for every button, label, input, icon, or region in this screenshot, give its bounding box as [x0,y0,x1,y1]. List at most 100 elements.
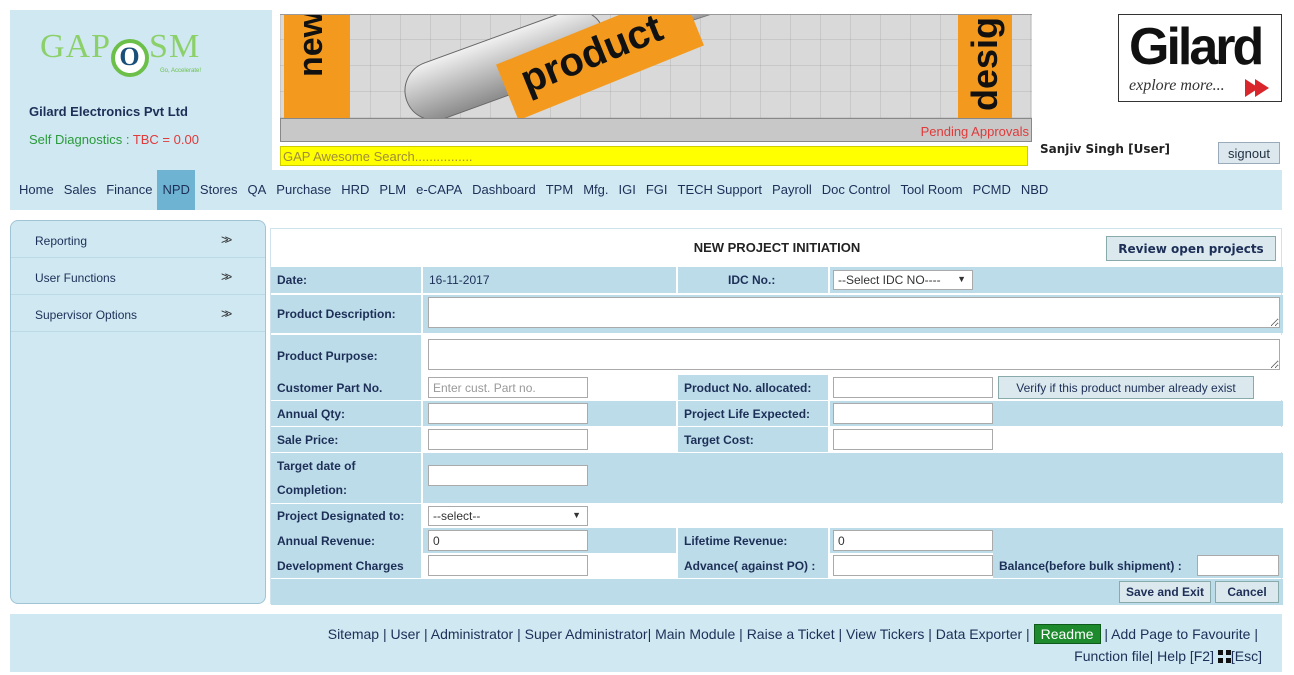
row-product-purpose: Product Purpose: [271,335,1283,377]
row-annual-qty: Annual Qty: Project Life Expected: [271,401,1283,426]
banner-word-design: design [958,15,1012,118]
company-name: Gilard Electronics Pvt Ltd [29,104,188,119]
nav-item-tpm[interactable]: TPM [541,170,578,210]
footer-separator: | [513,626,525,642]
nav-item-dashboard[interactable]: Dashboard [467,170,541,210]
logo-panel: GAP O SM Go, Accelerate! Gilard Electronic… [10,10,272,170]
footer-link-super-administrator[interactable]: Super Administrator [525,626,648,642]
header: GAP O SM Go, Accelerate! Gilard Electronic… [0,0,1294,170]
product-no-allocated-input[interactable] [833,377,993,398]
sidebar: Reporting >> User Functions >> Superviso… [10,220,266,604]
ticker-bar: Pending Approvals [280,118,1032,142]
review-open-projects-button[interactable]: Review open projects [1106,236,1276,261]
footer-link-raise-a-ticket[interactable]: Raise a Ticket [747,626,835,642]
form-action-bar: Save and Exit Cancel [271,579,1283,605]
sidebar-item-reporting[interactable]: Reporting >> [11,221,265,258]
nav-item-tech-support[interactable]: TECH Support [673,170,768,210]
footer-esc[interactable]: [Esc] [1231,648,1262,664]
nav-item-igi[interactable]: IGI [613,170,640,210]
nav-item-payroll[interactable]: Payroll [767,170,817,210]
fullscreen-icon[interactable] [1217,650,1231,663]
sidebar-item-supervisor-options[interactable]: Supervisor Options >> [11,295,265,332]
annual-qty-label: Annual Qty: [277,406,345,421]
footer-link-add-page-to-favourite[interactable]: | Add Page to Favourite | [1101,626,1258,642]
banner-image: new product design [280,14,1032,118]
project-life-input[interactable] [833,403,993,424]
product-purpose-label: Product Purpose: [277,349,378,363]
nav-item-sales[interactable]: Sales [59,170,102,210]
lifetime-revenue-label: Lifetime Revenue: [684,533,788,548]
development-charges-input[interactable] [428,555,588,576]
verify-product-number-button[interactable]: Verify if this product number already ex… [998,376,1254,399]
tbc-value: TBC = 0.00 [132,132,199,147]
caret-down-icon: ▼ [572,510,581,520]
nav-item-finance[interactable]: Finance [101,170,157,210]
product-purpose-textarea[interactable] [428,339,1280,370]
target-cost-input[interactable] [833,429,993,450]
nav-item-nbd[interactable]: NBD [1016,170,1053,210]
footer-link-sitemap[interactable]: Sitemap [328,626,379,642]
footer-link-function-file[interactable]: Function file [1074,648,1149,664]
date-label: Date: [277,273,308,287]
nav-item-hrd[interactable]: HRD [336,170,374,210]
save-and-exit-button[interactable]: Save and Exit [1119,581,1211,603]
nav-item-npd[interactable]: NPD [157,170,195,210]
sale-price-input[interactable] [428,429,588,450]
user-name: Sanjiv Singh [User] [1040,142,1171,156]
target-date-label-line2: Completion: [277,483,347,497]
readme-button[interactable]: Readme [1033,624,1101,644]
nav-item-qa[interactable]: QA [243,170,272,210]
row-annual-revenue: Annual Revenue: Lifetime Revenue: [271,528,1283,553]
lifetime-revenue-input[interactable] [833,530,993,551]
nav-item-purchase[interactable]: Purchase [271,170,336,210]
footer-links: Sitemap | User | Administrator | Super A… [328,624,1258,644]
awesome-search-input[interactable] [280,146,1028,166]
footer-separator: | [379,626,391,642]
product-description-textarea[interactable] [428,297,1280,328]
nav-item-doc-control[interactable]: Doc Control [817,170,896,210]
annual-revenue-input[interactable] [428,530,588,551]
pending-approvals-ticker[interactable]: Pending Approvals [921,124,1029,139]
nav-item-fgi[interactable]: FGI [641,170,673,210]
target-date-input[interactable] [428,465,588,486]
self-diagnostics: Self Diagnostics : TBC = 0.00 [29,132,199,147]
sidebar-item-user-functions[interactable]: User Functions >> [11,258,265,295]
balance-input[interactable] [1197,555,1279,576]
signout-button[interactable]: signout [1218,142,1280,164]
footer-link-main-module[interactable]: Main Module [655,626,735,642]
target-date-label-line1: Target date of [277,459,356,473]
idc-select[interactable]: --Select IDC NO---- ▼ [833,270,973,290]
customer-part-input[interactable] [428,377,588,398]
customer-part-label: Customer Part No. [277,380,383,395]
footer-link-data-exporter[interactable]: Data Exporter [936,626,1022,642]
footer-link-help[interactable]: | Help [F2] [1150,648,1218,664]
annual-qty-input[interactable] [428,403,588,424]
gilard-logo: Gilard explore more... [1118,14,1282,102]
nav-item-e-capa[interactable]: e-CAPA [411,170,467,210]
gaposm-logo-o-icon: O [111,39,150,77]
development-charges-label: Development Charges [277,558,404,573]
footer-links-2: Function file| Help [F2] [Esc] [1074,648,1262,664]
nav-item-home[interactable]: Home [14,170,59,210]
project-initiation-form: NEW PROJECT INITIATION Review open proje… [270,228,1283,605]
page-footer: Sitemap | User | Administrator | Super A… [10,614,1282,672]
footer-link-administrator[interactable]: Administrator [431,626,513,642]
footer-separator: | [735,626,747,642]
footer-separator: | [1022,626,1034,642]
row-target-date: Target date of Completion: [271,453,1283,503]
designated-to-select[interactable]: --select-- ▼ [428,506,588,526]
caret-down-icon: ▼ [957,274,966,284]
nav-item-tool-room[interactable]: Tool Room [895,170,967,210]
cancel-button[interactable]: Cancel [1215,581,1279,603]
nav-item-stores[interactable]: Stores [195,170,243,210]
double-chevron-right-icon: >> [221,269,232,284]
footer-separator: | [420,626,431,642]
row-development-charges: Development Charges Advance( against PO)… [271,553,1283,578]
footer-link-user[interactable]: User [391,626,421,642]
nav-item-plm[interactable]: PLM [374,170,411,210]
nav-item-mfg[interactable]: Mfg. [578,170,613,210]
nav-item-pcmd[interactable]: PCMD [968,170,1016,210]
product-no-allocated-label: Product No. allocated: [684,380,812,395]
footer-link-view-tickers[interactable]: View Tickers [846,626,924,642]
advance-input[interactable] [833,555,993,576]
